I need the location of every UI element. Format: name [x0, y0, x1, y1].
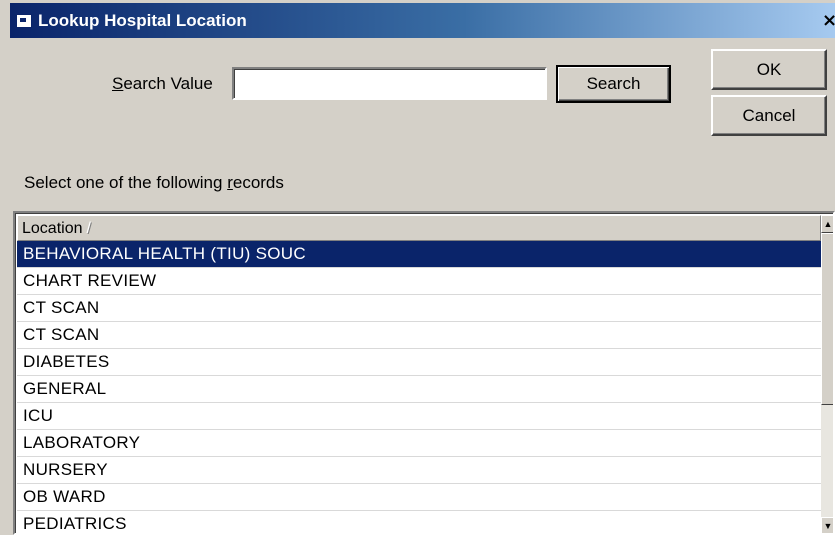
search-button[interactable]: Search [556, 65, 671, 103]
list-item[interactable]: DIABETES [17, 349, 821, 376]
column-header-location[interactable]: Location / [17, 215, 821, 241]
list-item[interactable]: OB WARD [17, 484, 821, 511]
list-item[interactable]: CT SCAN [17, 295, 821, 322]
list-item[interactable]: PEDIATRICS [17, 511, 821, 533]
window-title: Lookup Hospital Location [38, 11, 247, 30]
list-item[interactable]: CT SCAN [17, 322, 821, 349]
scroll-up-arrow-icon[interactable]: ▲ [821, 215, 833, 233]
lookup-dialog: Lookup Hospital Location × Search Value … [0, 0, 835, 535]
column-header-label: Location [22, 220, 83, 237]
list-item[interactable]: ICU [17, 403, 821, 430]
close-icon[interactable]: × [822, 10, 835, 31]
scroll-thumb[interactable] [821, 233, 833, 405]
list-item[interactable]: GENERAL [17, 376, 821, 403]
list-item[interactable]: NURSERY [17, 457, 821, 484]
list-item[interactable]: CHART REVIEW [17, 268, 821, 295]
ok-button[interactable]: OK [711, 49, 827, 90]
location-rows: BEHAVIORAL HEALTH (TIU) SOUC CHART REVIEW… [17, 241, 821, 533]
search-input[interactable] [232, 67, 547, 100]
title-bar[interactable]: Lookup Hospital Location [10, 3, 835, 38]
scroll-down-arrow-icon[interactable]: ▼ [821, 517, 833, 533]
app-icon [16, 14, 32, 28]
cancel-button[interactable]: Cancel [711, 95, 827, 136]
location-list[interactable]: Location / BEHAVIORAL HEALTH (TIU) SOUC CH… [13, 211, 835, 535]
vertical-scrollbar[interactable]: ▲ ▼ [821, 215, 833, 533]
list-item[interactable]: BEHAVIORAL HEALTH (TIU) SOUC [17, 241, 821, 268]
list-item[interactable]: LABORATORY [17, 430, 821, 457]
instruction-label: Select one of the following records [24, 173, 284, 192]
search-value-label: Search Value [112, 74, 213, 93]
sort-indicator-icon: / [86, 220, 91, 237]
